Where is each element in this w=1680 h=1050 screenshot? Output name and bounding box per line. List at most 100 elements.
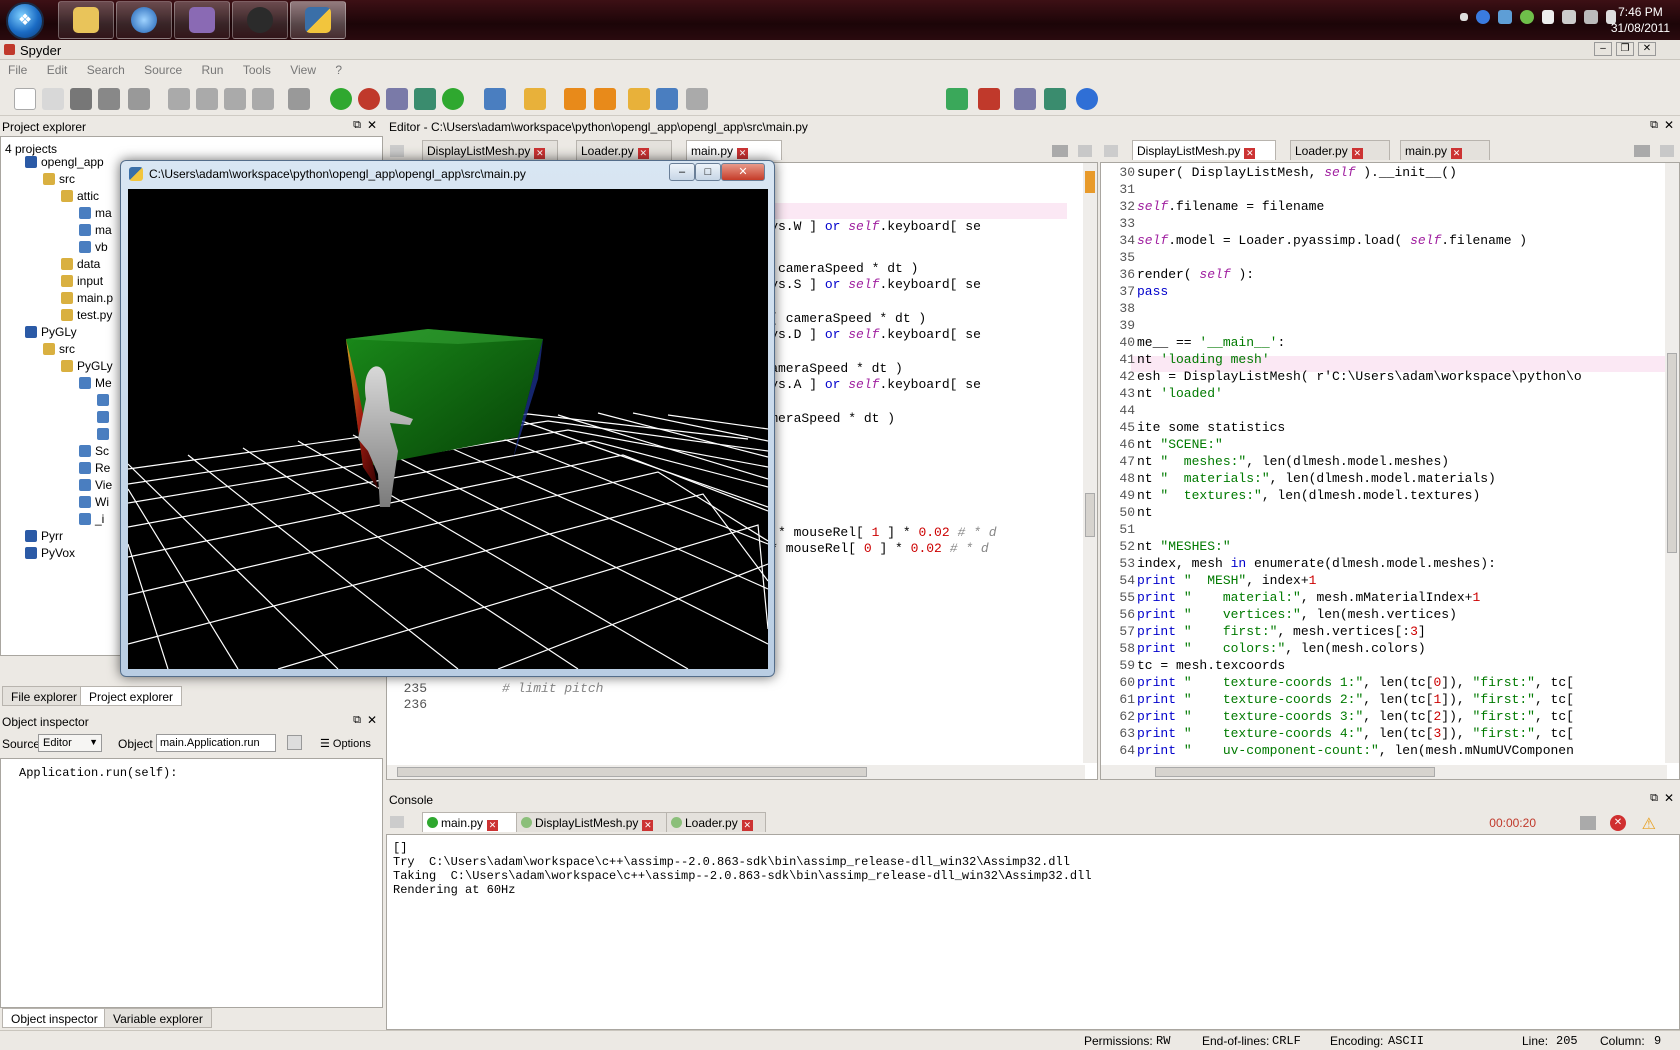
menu-edit[interactable]: Edit [39,60,76,77]
tree-item[interactable] [97,427,113,441]
menu-search[interactable]: Search [79,60,133,77]
list-icon[interactable] [1634,145,1650,157]
rerun-icon[interactable] [442,88,464,110]
tree-item[interactable]: PyGLy [61,359,113,373]
browse-tabs-icon[interactable] [390,816,404,828]
tree-item[interactable]: test.py [61,308,112,322]
pidgin-icon[interactable] [174,1,230,39]
tab-variable-explorer[interactable]: Variable explorer [104,1008,212,1028]
find-next-icon[interactable] [196,88,218,110]
app-tray-icon[interactable] [1476,10,1490,24]
vertical-scrollbar[interactable] [1083,163,1097,763]
opengl-viewport[interactable] [128,189,768,669]
tree-item[interactable]: Me [79,376,112,390]
tree-item[interactable]: data [61,257,100,271]
replace-icon[interactable] [224,88,246,110]
folder-icon[interactable] [58,1,114,39]
run-selection-icon[interactable] [414,88,436,110]
tab-loader[interactable]: Loader.py ✕ [1290,140,1390,160]
console-tab-loader[interactable]: Loader.py ✕ [666,812,766,832]
clock[interactable]: 7:46 PM 31/08/2011 [1611,4,1670,36]
list-icon[interactable] [1052,145,1068,157]
options-icon[interactable] [1078,145,1092,157]
undock-icon[interactable]: ⧉ [353,714,361,727]
last-edit-icon[interactable] [628,88,650,110]
minimize-button[interactable]: – [1594,42,1612,56]
tree-item[interactable]: Vie [79,478,112,492]
tab-main[interactable]: main.py ✕ [686,140,782,160]
tree-item[interactable]: input [61,274,103,288]
binoculars-icon[interactable] [288,88,310,110]
close-icon[interactable]: ✕ [534,148,546,159]
windows-orb-icon[interactable]: ❖ [6,2,44,40]
tree-item[interactable]: opengl_app [25,155,104,169]
warning-icon[interactable] [524,88,546,110]
console-tab-displaylistmesh[interactable]: DisplayListMesh.py ✕ [516,812,668,832]
close-button[interactable]: ✕ [1638,42,1656,56]
menu-tools[interactable]: Tools [235,60,279,77]
close-icon[interactable]: ✕ [637,148,649,159]
debug-icon[interactable] [358,88,380,110]
goto-line-icon[interactable] [252,88,274,110]
tab-object-inspector[interactable]: Object inspector [2,1008,107,1028]
browse-tabs-icon[interactable] [390,145,404,157]
scrollbar-thumb[interactable] [397,767,867,777]
save-all-icon[interactable] [98,88,120,110]
scrollbar-thumb[interactable] [1667,353,1677,553]
menu-file[interactable]: File [0,60,35,77]
tree-item[interactable]: PyVox [25,546,75,560]
python-icon[interactable] [290,1,346,39]
tab-displaylistmesh[interactable]: DisplayListMesh.py ✕ [1132,140,1276,160]
tree-item[interactable]: src [43,342,75,356]
tree-item[interactable]: vb [79,240,108,254]
close-icon[interactable]: ✕ [1664,791,1674,805]
tree-item[interactable]: Pyrr [25,529,63,543]
horizontal-scrollbar[interactable] [1101,765,1667,779]
tab-project-explorer[interactable]: Project explorer [80,686,183,706]
back-icon[interactable] [656,88,678,110]
lock-icon[interactable] [287,735,302,750]
tab-main[interactable]: main.py ✕ [1400,140,1490,160]
close-icon[interactable]: ✕ [1351,148,1363,159]
console-tab-main[interactable]: main.py ✕ [422,812,518,832]
new-file-icon[interactable] [14,88,36,110]
tools-icon[interactable] [1076,88,1098,110]
run-icon[interactable] [330,88,352,110]
steam-icon[interactable] [232,1,288,39]
tree-item[interactable]: src [43,172,75,186]
tree-item[interactable]: Sc [79,444,109,458]
tree-item[interactable] [97,410,113,424]
tab-loader[interactable]: Loader.py ✕ [576,140,672,160]
close-icon[interactable]: ✕ [642,820,654,831]
menu-help[interactable]: ? [327,60,350,77]
close-button[interactable]: ✕ [721,163,765,181]
flag-icon[interactable] [1542,10,1554,24]
close-icon[interactable]: ✕ [1451,148,1463,159]
close-icon[interactable]: ✕ [1244,148,1256,159]
vertical-scrollbar[interactable] [1665,163,1679,763]
tree-item[interactable]: _i [79,512,104,526]
menu-view[interactable]: View [282,60,324,77]
next-warning-icon[interactable] [594,88,616,110]
list-icon[interactable] [1580,816,1596,830]
status-icon[interactable] [1520,10,1534,24]
source-select[interactable]: Editor ▼ [38,734,102,752]
forward-icon[interactable] [686,88,708,110]
maximize-pane-icon[interactable] [946,88,968,110]
tree-item[interactable]: PyGLy [25,325,77,339]
restore-button[interactable]: ❐ [1616,42,1634,56]
prev-warning-icon[interactable] [564,88,586,110]
browser-icon[interactable] [116,1,172,39]
undock-icon[interactable]: ⧉ [1650,119,1658,132]
run-settings-icon[interactable] [386,88,408,110]
device-icon[interactable] [1562,10,1576,24]
tree-item[interactable]: Re [79,461,110,475]
find-icon[interactable] [168,88,190,110]
tree-item[interactable]: attic [61,189,99,203]
opengl-window[interactable]: C:\Users\adam\workspace\python\opengl_ap… [120,160,775,677]
tree-item[interactable]: ma [79,206,112,220]
print-icon[interactable] [128,88,150,110]
tab-file-explorer[interactable]: File explorer [2,686,87,706]
stop-icon[interactable]: ✕ [1610,815,1626,831]
python-path-icon[interactable] [1044,88,1066,110]
